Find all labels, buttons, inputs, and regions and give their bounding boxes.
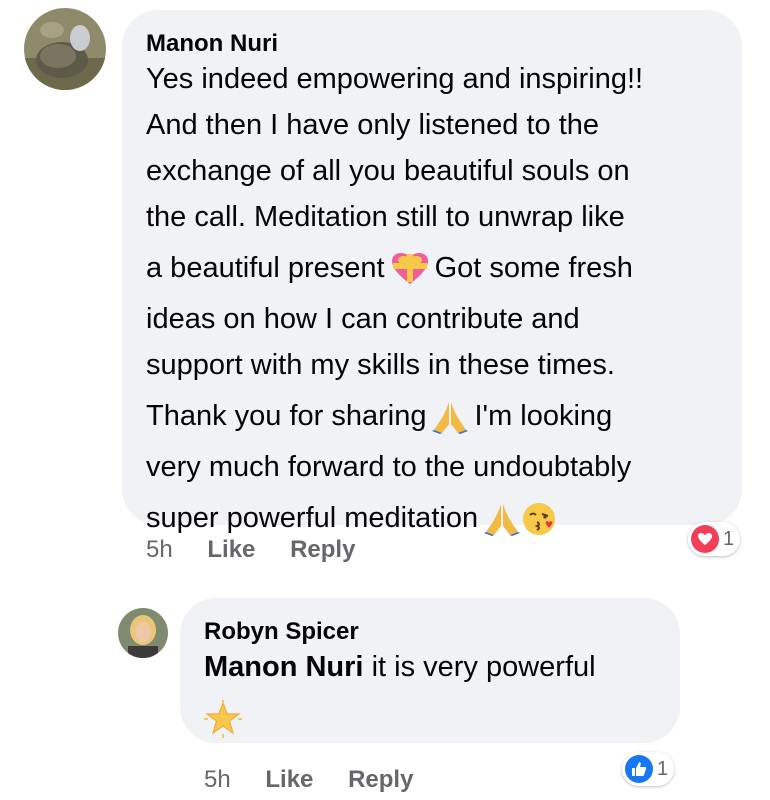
reply-meta: 5h Like Reply <box>204 766 413 794</box>
heart-icon <box>691 525 719 553</box>
avatar[interactable] <box>118 608 168 658</box>
reply-text: Manon Nuri it is very powerful <box>204 644 674 746</box>
like-button[interactable]: Like <box>207 536 255 563</box>
comment-line-with-emoji: a beautiful present Got some fresh <box>146 240 736 296</box>
reply-button[interactable]: Reply <box>348 766 413 793</box>
comment-timestamp[interactable]: 5h <box>146 536 173 563</box>
folded-hands-emoji <box>432 400 469 435</box>
reply-author[interactable]: Robyn Spicer <box>204 618 359 646</box>
reply-timestamp[interactable]: 5h <box>204 766 231 793</box>
like-button[interactable]: Like <box>265 766 313 793</box>
reply-line: Manon Nuri it is very powerful <box>204 644 674 690</box>
reply-text-segment: it is very powerful <box>371 651 596 683</box>
reply-emoji-line <box>204 690 674 746</box>
glowing-star-emoji <box>204 700 242 739</box>
reaction-count: 1 <box>723 527 735 550</box>
comment-text-segment: super powerful meditation <box>146 502 479 534</box>
comment-line: ideas on how I can contribute and <box>146 303 580 335</box>
comment-author[interactable]: Manon Nuri <box>146 30 278 58</box>
reaction-count-badge[interactable]: 1 <box>688 522 741 556</box>
comment-text-segment: I'm looking <box>474 400 613 432</box>
comment-meta: 5h Like Reply <box>146 536 355 564</box>
avatar[interactable] <box>24 8 106 90</box>
comment-text-segment: Thank you for sharing <box>146 400 427 432</box>
comment-text-segment: Got some fresh <box>434 252 633 284</box>
comment-line: support with my skills in these times. <box>146 349 615 381</box>
mention-link[interactable]: Manon Nuri <box>204 651 364 683</box>
comment-line: the call. Meditation still to unwrap lik… <box>146 201 625 233</box>
comment-line: Yes indeed empowering and inspiring!! <box>146 63 644 95</box>
reaction-count-badge[interactable]: 1 <box>622 752 675 786</box>
kissing-face-emoji <box>522 502 556 536</box>
comment-line-with-emoji: Thank you for sharing I'm looking <box>146 388 736 444</box>
comment-line: exchange of all you beautiful souls on <box>146 155 630 187</box>
comment-text-segment: a beautiful present <box>146 252 385 284</box>
comment-text: Yes indeed empowering and inspiring!! An… <box>146 56 736 546</box>
comment-line: very much forward to the undoubtably <box>146 451 632 483</box>
folded-hands-emoji <box>484 502 521 537</box>
reply-button[interactable]: Reply <box>290 536 355 563</box>
reaction-count: 1 <box>657 757 669 780</box>
comment-line: And then I have only listened to the <box>146 109 600 141</box>
heart-with-ribbon-emoji <box>391 252 429 286</box>
thumbs-up-icon <box>625 755 653 783</box>
